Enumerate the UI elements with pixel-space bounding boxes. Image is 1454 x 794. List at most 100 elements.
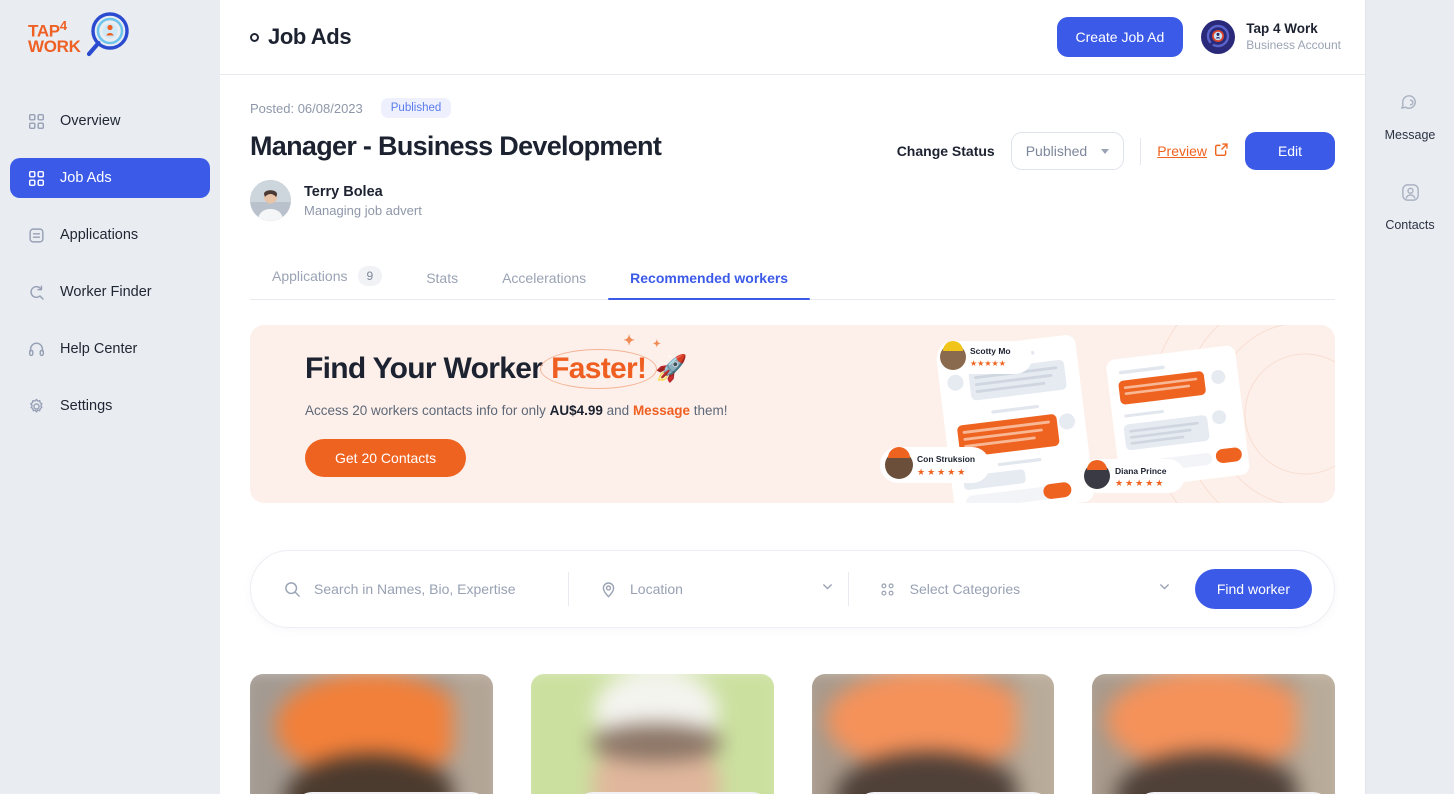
account-name: Tap 4 Work (1246, 21, 1318, 37)
job-title: Manager - Business Development (250, 131, 662, 161)
worker-card[interactable]: ✦ Buy credit to access (1092, 674, 1335, 794)
sidebar-item-help-center[interactable]: Help Center (10, 329, 210, 369)
worker-card[interactable]: ✦ Buy credit to access (811, 674, 1055, 794)
sparkle-icon: ✦ (652, 338, 661, 350)
worker-search-bar: Search in Names, Bio, Expertise Location (250, 550, 1335, 628)
left-sidebar: TAP4 WORK Overview Job Ads Applications … (0, 0, 220, 794)
rocket-icon: 🚀 (655, 353, 687, 383)
tab-label: Accelerations (502, 270, 587, 286)
banner-price: AU$4.99 (549, 402, 603, 418)
sidebar-item-worker-finder[interactable]: Worker Finder (10, 272, 210, 312)
location-select[interactable]: Location (569, 551, 848, 627)
banner-content: Find Your Worker Faster! ✦ ✦ 🚀 Access 20… (250, 332, 728, 477)
page-title: Job Ads (250, 24, 352, 50)
location-placeholder: Location (630, 581, 683, 597)
main-column: Job Ads Create Job Ad Tap 4 Work Busines… (220, 0, 1365, 794)
posted-date: Posted: 06/08/2023 (250, 100, 363, 116)
find-worker-button[interactable]: Find worker (1194, 569, 1312, 609)
promo-banner: Scotty Mo ★★★★★ Con Struksion ★★★★★ Dian… (250, 325, 1335, 503)
tab-recommended-workers[interactable]: Recommended workers (608, 270, 811, 300)
sidebar-item-label: Applications (60, 227, 139, 243)
grid-icon (26, 111, 46, 131)
search-refresh-icon (26, 282, 46, 302)
avatar (1201, 20, 1236, 54)
search-icon (283, 580, 301, 598)
sidebar-item-label: Overview (60, 113, 121, 129)
sidebar-item-settings[interactable]: Settings (10, 386, 210, 426)
svg-text:Scotty Mo: Scotty Mo (970, 346, 1011, 356)
tab-label: Applications (272, 268, 348, 284)
logo-line2: WORK (28, 37, 81, 57)
ring-dot-icon (250, 32, 259, 42)
worker-photo (250, 674, 493, 794)
tab-accelerations[interactable]: Accelerations (480, 270, 608, 299)
worker-photo (811, 674, 1055, 794)
worker-card-grid: ✦ Buy credit to access ✦ (250, 674, 1335, 794)
banner-heading-accent: Faster! (551, 351, 647, 385)
user-circle-icon (1400, 182, 1421, 208)
location-pin-icon (599, 580, 617, 598)
preview-link[interactable]: Preview (1157, 142, 1229, 160)
rail-item-message[interactable]: Message (1384, 92, 1436, 142)
tab-bar: Applications 9 Stats Accelerations Recom… (250, 266, 1335, 300)
sidebar-item-label: Job Ads (60, 170, 112, 186)
banner-sub-mid: and (602, 402, 633, 418)
status-select[interactable]: Published (1010, 132, 1125, 170)
external-link-icon (1214, 142, 1229, 160)
tab-label: Stats (426, 270, 459, 286)
manager-role: Managing job advert (304, 202, 422, 218)
tab-stats[interactable]: Stats (404, 270, 480, 299)
chevron-down-icon (1101, 148, 1110, 154)
categories-placeholder: Select Categories (909, 581, 1021, 597)
sparkle-icon: ✦ (623, 331, 635, 348)
job-header: Posted: 06/08/2023 Published Manager - B… (250, 75, 1335, 221)
right-rail: Message Contacts (1365, 0, 1454, 794)
rail-item-label: Message (1384, 128, 1436, 142)
banner-illustration: Scotty Mo ★★★★★ Con Struksion ★★★★★ Dian… (875, 325, 1335, 503)
search-placeholder: Search in Names, Bio, Expertise (314, 581, 516, 597)
rail-item-contacts[interactable]: Contacts (1385, 182, 1435, 232)
gear-icon (26, 396, 46, 416)
sidebar-item-overview[interactable]: Overview (10, 101, 210, 141)
magnifier-person-logo-icon (79, 11, 131, 64)
worker-card[interactable]: ✦ Buy credit to access (250, 674, 493, 794)
account-menu[interactable]: Tap 4 Work Business Account (1201, 20, 1341, 54)
search-input[interactable]: Search in Names, Bio, Expertise (283, 551, 568, 627)
preview-label: Preview (1157, 143, 1207, 159)
svg-text:★★★★★: ★★★★★ (970, 359, 1006, 368)
account-type: Business Account (1246, 37, 1341, 52)
svg-text:★★★★★: ★★★★★ (917, 467, 967, 477)
sidebar-item-label: Settings (60, 398, 113, 414)
chevron-down-icon (821, 580, 834, 598)
headset-icon (26, 339, 46, 359)
job-actions: Change Status Published Preview Edit (897, 132, 1335, 170)
document-list-icon (26, 225, 46, 245)
brand-logo[interactable]: TAP4 WORK (0, 0, 220, 75)
page-title-text: Job Ads (268, 24, 352, 49)
top-bar-actions: Create Job Ad Tap 4 Work Business Accoun… (1056, 17, 1341, 57)
sidebar-item-applications[interactable]: Applications (10, 215, 210, 255)
get-contacts-button[interactable]: Get 20 Contacts (305, 438, 467, 477)
svg-text:★★★★★: ★★★★★ (1115, 478, 1165, 488)
avatar (250, 180, 291, 221)
create-job-ad-button[interactable]: Create Job Ad (1056, 17, 1184, 57)
worker-card[interactable]: ✦ Buy credit to access (530, 674, 774, 794)
testimonial-con: Con Struksion ★★★★★ (880, 447, 990, 483)
edit-button[interactable]: Edit (1245, 132, 1335, 170)
sidebar-nav: Overview Job Ads Applications Worker Fin… (0, 101, 220, 426)
banner-subtitle: Access 20 workers contacts info for only… (305, 403, 728, 418)
manager-name: Terry Bolea (304, 183, 383, 200)
tab-count-badge: 9 (357, 266, 383, 286)
sidebar-item-job-ads[interactable]: Job Ads (10, 158, 210, 198)
chevron-down-icon (1158, 580, 1171, 598)
banner-sub-post: them! (689, 402, 728, 418)
tab-applications[interactable]: Applications 9 (250, 266, 404, 299)
categories-select[interactable]: Select Categories (849, 551, 1185, 627)
app-root: TAP4 WORK Overview Job Ads Applications … (0, 0, 1454, 794)
job-manager: Terry Bolea Managing job advert (250, 180, 661, 221)
status-select-value: Published (1025, 143, 1088, 159)
svg-text:Con Struksion: Con Struksion (917, 454, 975, 464)
logo-superscript: 4 (59, 17, 67, 33)
grid-icon (26, 168, 46, 188)
sidebar-item-label: Worker Finder (60, 284, 152, 300)
